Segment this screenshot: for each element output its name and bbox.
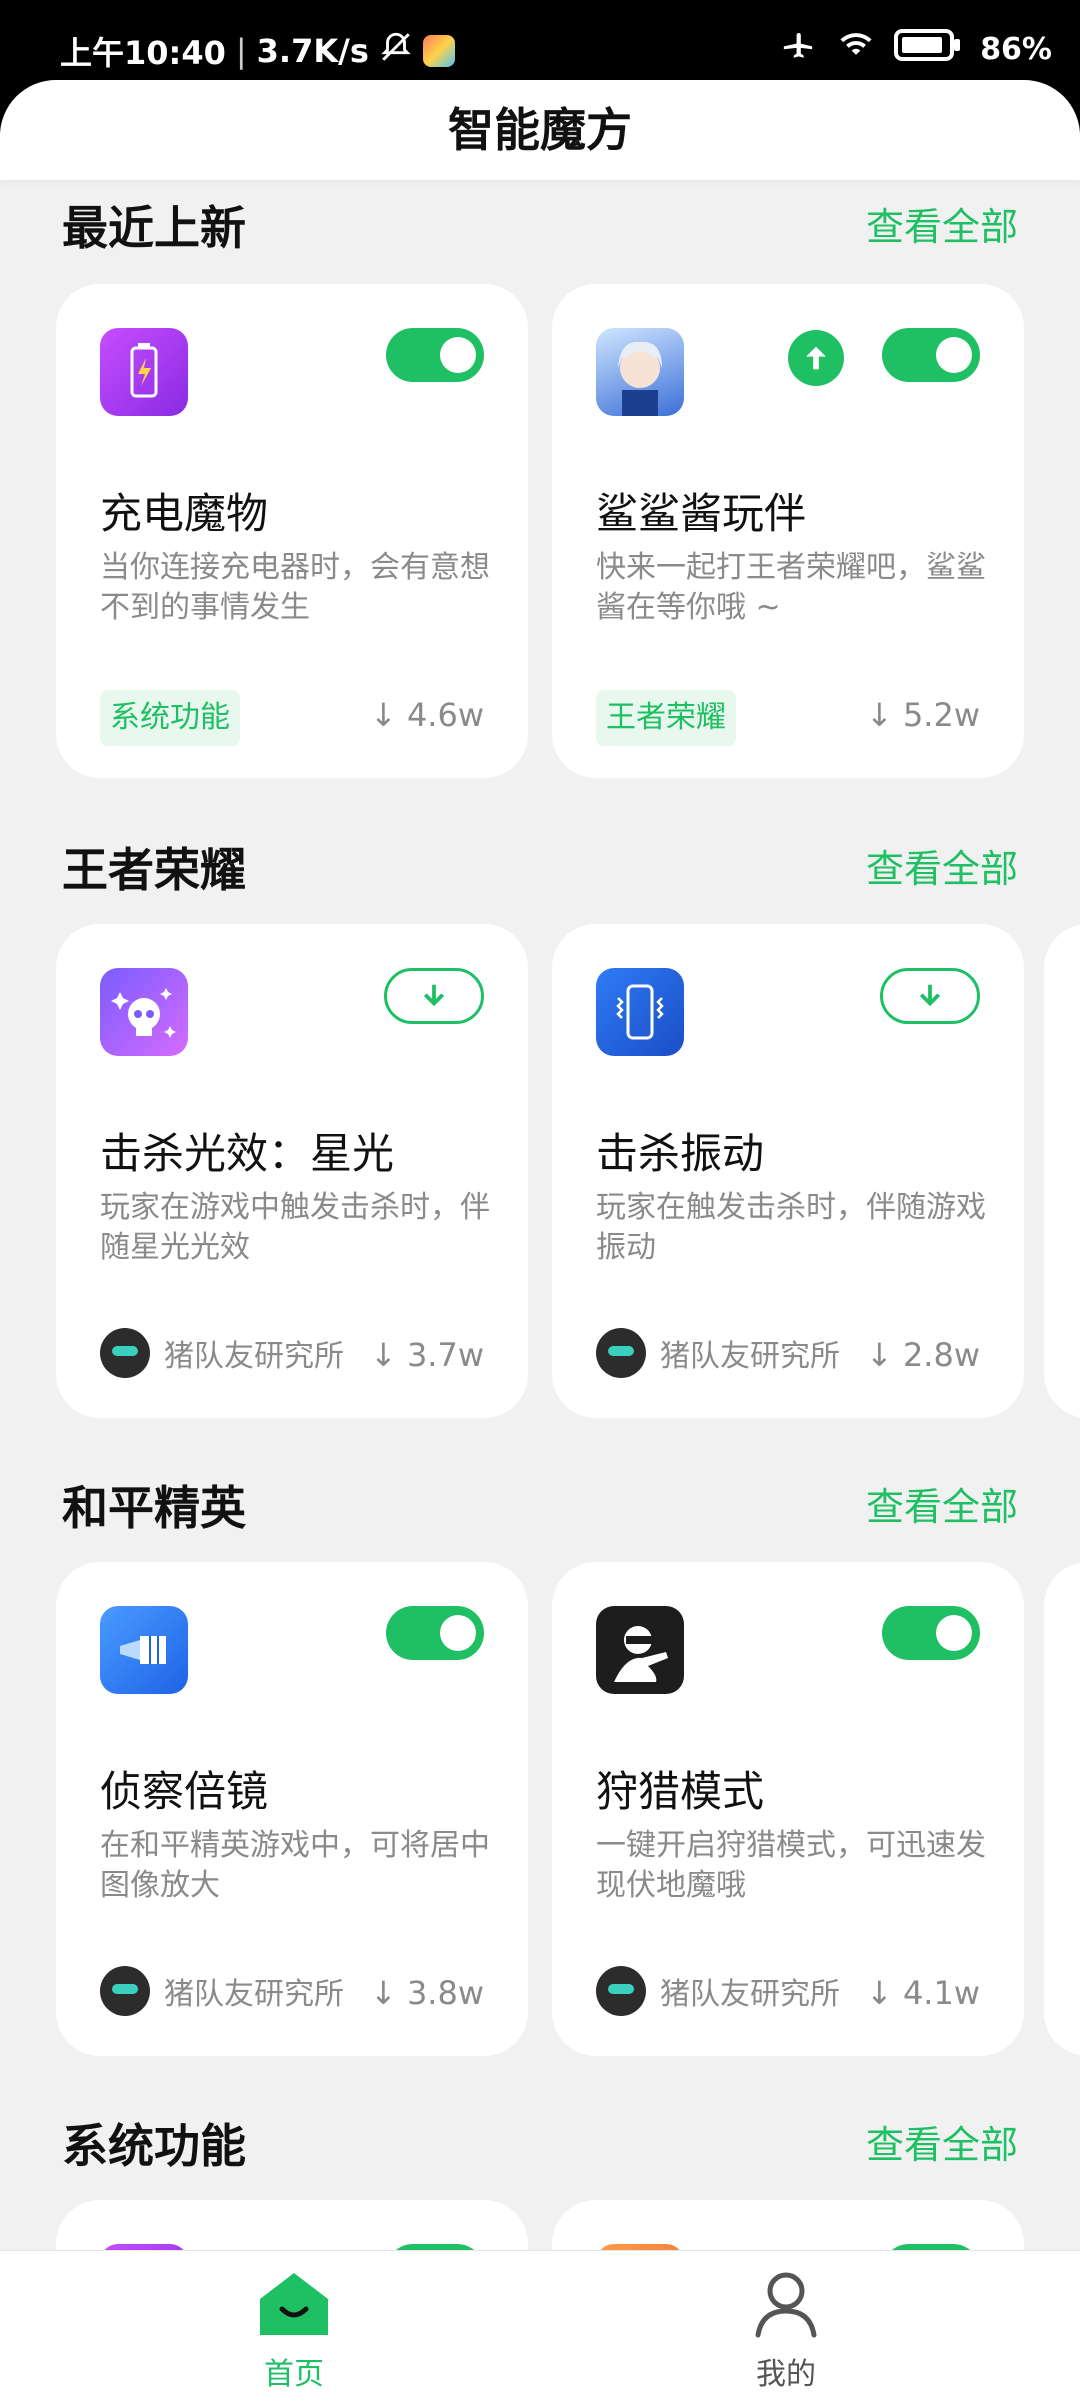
plugin-description: 在和平精英游戏中，可将居中图像放大 [100, 1828, 490, 1903]
author-name: 猪队友研究所 [164, 1339, 344, 1374]
category-tag[interactable]: 系统功能 [100, 690, 240, 746]
page: 智能魔方 最近上新 查看全部 充电魔物 当你连接充电器时，会有意想不到的事情发生… [0, 80, 1080, 2400]
download-count-value: 5.2w [902, 696, 980, 734]
plugin-name: 充电魔物 [100, 489, 269, 538]
nav-profile[interactable]: 我的 [686, 2269, 886, 2393]
plugin-card[interactable]: 充电魔物 当你连接充电器时，会有意想不到的事情发生 系统功能 ↓ 4.6w [56, 284, 528, 778]
plugin-description: 玩家在游戏中触发击杀时，伴随星光光效 [100, 1190, 490, 1265]
see-all-system-features-link[interactable]: 查看全部 [866, 2114, 1018, 2169]
plugin-card[interactable]: 鲨鲨酱玩伴 快来一起打王者荣耀吧，鲨鲨酱在等你哦 ~ 王者荣耀 ↓ 5.2w [552, 284, 1024, 778]
section-title-system-features: 系统功能 [62, 2119, 246, 2173]
download-count: ↓ 4.1w [865, 1974, 980, 2012]
download-count: ↓ 4.6w [369, 696, 484, 734]
hunter-icon [596, 1606, 684, 1694]
enable-toggle[interactable] [882, 328, 980, 382]
download-count: ↓ 3.8w [369, 1974, 484, 2012]
nav-home[interactable]: 首页 [194, 2269, 394, 2393]
app-badge-icon [422, 35, 455, 67]
status-left: 上午10:40 | 3.7K/s [60, 28, 455, 74]
profile-icon [686, 2269, 886, 2343]
author-avatar [596, 1328, 646, 1378]
author-name: 猪队友研究所 [660, 1977, 840, 2012]
plugin-card[interactable]: 狩猎模式 一键开启狩猎模式，可迅速发现伏地魔哦 猪队友研究所 ↓ 4.1w [552, 1562, 1024, 2056]
download-count-value: 3.8w [406, 1974, 484, 2012]
charging-icon [100, 328, 188, 416]
category-tag[interactable]: 王者荣耀 [596, 690, 736, 746]
see-all-honor-of-kings-link[interactable]: 查看全部 [866, 838, 1018, 893]
status-time: 上午10:40 [60, 34, 226, 72]
airplane-icon [778, 28, 818, 70]
status-separator: | [235, 32, 247, 70]
enable-toggle[interactable] [386, 1606, 484, 1660]
plugin-card[interactable]: 侦察倍镜 在和平精英游戏中，可将居中图像放大 猪队友研究所 ↓ 3.8w [56, 1562, 528, 2056]
section-title-recent: 最近上新 [62, 201, 246, 255]
status-bar: 上午10:40 | 3.7K/s 86% [0, 0, 1080, 80]
wifi-icon [836, 28, 876, 70]
see-all-peacekeeper-elite-link[interactable]: 查看全部 [866, 1476, 1018, 1531]
download-count-value: 4.6w [406, 696, 484, 734]
update-button[interactable] [788, 330, 844, 386]
download-count-value: 2.8w [902, 1336, 980, 1374]
plugin-description: 快来一起打王者荣耀吧，鲨鲨酱在等你哦 ~ [596, 550, 986, 625]
author: 猪队友研究所 [596, 1966, 840, 2016]
anime-character-icon [596, 328, 684, 416]
plugin-card[interactable]: 击杀振动 玩家在触发击杀时，伴随游戏振动 猪队友研究所 ↓ 2.8w [552, 924, 1024, 1418]
battery-icon [894, 29, 962, 69]
plugin-name: 击杀光效：星光 [100, 1129, 395, 1178]
plugin-description: 当你连接充电器时，会有意想不到的事情发生 [100, 550, 490, 625]
bottom-nav: 首页 我的 [0, 2250, 1080, 2401]
status-speed: 3.7K/s [256, 32, 369, 70]
author: 猪队友研究所 [100, 1966, 344, 2016]
app-bar: 智能魔方 [0, 80, 1080, 180]
next-card-peek[interactable] [1044, 1562, 1080, 2056]
next-card-peek[interactable] [1044, 924, 1080, 1418]
plugin-name: 侦察倍镜 [100, 1767, 269, 1816]
download-count: ↓ 5.2w [865, 696, 980, 734]
author-name: 猪队友研究所 [660, 1339, 840, 1374]
section-title-peacekeeper-elite: 和平精英 [62, 1481, 246, 1535]
plugin-card[interactable]: 击杀光效：星光 玩家在游戏中触发击杀时，伴随星光光效 猪队友研究所 ↓ 3.7w [56, 924, 528, 1418]
enable-toggle[interactable] [882, 1606, 980, 1660]
download-count: ↓ 2.8w [865, 1336, 980, 1374]
battery-percent: 86% [980, 31, 1052, 67]
home-icon [194, 2269, 394, 2343]
download-button[interactable] [880, 968, 980, 1024]
author-avatar [596, 1966, 646, 2016]
plugin-name: 鲨鲨酱玩伴 [596, 489, 807, 538]
scope-icon [100, 1606, 188, 1694]
section-title-honor-of-kings: 王者荣耀 [62, 843, 246, 897]
download-count-value: 3.7w [406, 1336, 484, 1374]
author: 猪队友研究所 [596, 1328, 840, 1378]
author-avatar [100, 1328, 150, 1378]
author-name: 猪队友研究所 [164, 1977, 344, 2012]
page-title: 智能魔方 [448, 103, 632, 157]
download-count-value: 4.1w [902, 1974, 980, 2012]
download-button[interactable] [384, 968, 484, 1024]
nav-home-label: 首页 [264, 2357, 324, 2392]
plugin-name: 击杀振动 [596, 1129, 765, 1178]
plugin-description: 玩家在触发击杀时，伴随游戏振动 [596, 1190, 986, 1265]
mute-bell-icon [379, 30, 413, 72]
phone-vibrate-icon [596, 968, 684, 1056]
status-right: 86% [778, 28, 1052, 70]
nav-profile-label: 我的 [756, 2357, 816, 2392]
skull-sparkle-icon [100, 968, 188, 1056]
see-all-recent-link[interactable]: 查看全部 [866, 196, 1018, 251]
enable-toggle[interactable] [386, 328, 484, 382]
author: 猪队友研究所 [100, 1328, 344, 1378]
plugin-description: 一键开启狩猎模式，可迅速发现伏地魔哦 [596, 1828, 986, 1903]
author-avatar [100, 1966, 150, 2016]
download-count: ↓ 3.7w [369, 1336, 484, 1374]
plugin-name: 狩猎模式 [596, 1767, 765, 1816]
